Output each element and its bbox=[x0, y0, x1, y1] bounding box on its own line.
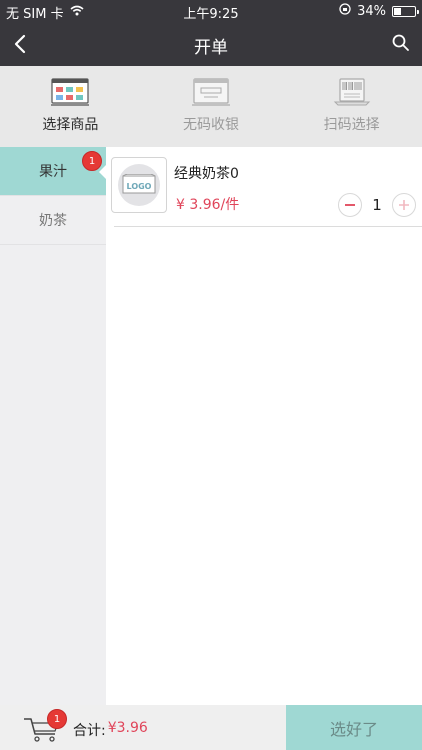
product-grid-icon bbox=[51, 78, 90, 106]
category-label: 果汁 bbox=[39, 164, 67, 180]
increase-quantity-button[interactable] bbox=[392, 193, 416, 217]
status-bar: 无 SIM 卡 上午9:25 34% bbox=[0, 0, 422, 22]
quantity-value: 1 bbox=[372, 196, 382, 214]
barcode-scanner-icon bbox=[333, 78, 370, 106]
category-count-badge: 1 bbox=[82, 151, 102, 171]
search-icon bbox=[392, 34, 409, 51]
mode-tabs: 选择商品 无码收银 扫码选择 bbox=[0, 66, 422, 147]
tab-select-products[interactable]: 选择商品 bbox=[0, 66, 141, 147]
category-item-juice[interactable]: 果汁 1 bbox=[0, 147, 106, 196]
product-list: LOGO 经典奶茶0 ¥ 3.96/件 1 bbox=[106, 147, 422, 705]
cart-count-badge: 1 bbox=[47, 709, 67, 729]
checkout-bar: 1 合计: ¥3.96 选好了 bbox=[0, 705, 422, 750]
product-row[interactable]: LOGO 经典奶茶0 ¥ 3.96/件 1 bbox=[111, 147, 422, 227]
product-name: 经典奶茶0 bbox=[174, 166, 239, 182]
minus-icon bbox=[345, 204, 355, 206]
rotation-lock-icon bbox=[339, 3, 351, 19]
search-button[interactable] bbox=[390, 32, 412, 54]
product-price: ¥ 3.96/件 bbox=[176, 197, 240, 213]
category-sidebar: 果汁 1 奶茶 bbox=[0, 147, 106, 705]
category-label: 奶茶 bbox=[39, 213, 67, 229]
battery-percent: 34% bbox=[357, 3, 386, 19]
svg-text:LOGO: LOGO bbox=[127, 182, 152, 191]
tab-label: 选择商品 bbox=[42, 117, 99, 133]
cash-register-icon bbox=[192, 78, 230, 106]
tab-scan-select[interactable]: 扫码选择 bbox=[281, 66, 422, 147]
decrease-quantity-button[interactable] bbox=[338, 193, 362, 217]
page-title: 开单 bbox=[194, 38, 228, 58]
navigation-bar: 开单 bbox=[0, 22, 422, 66]
battery-icon bbox=[392, 5, 419, 17]
quantity-stepper: 1 bbox=[338, 193, 416, 217]
logo-placeholder-icon: LOGO bbox=[122, 174, 156, 194]
tab-cashier-no-code[interactable]: 无码收银 bbox=[141, 66, 282, 147]
total-label: 合计: bbox=[73, 723, 106, 739]
total-amount: ¥3.96 bbox=[107, 720, 148, 736]
tab-label: 扫码选择 bbox=[323, 117, 380, 133]
confirm-selection-button[interactable]: 选好了 bbox=[286, 705, 422, 750]
product-image: LOGO bbox=[111, 157, 167, 213]
plus-icon bbox=[399, 200, 409, 210]
order-total: 合计: ¥3.96 bbox=[73, 720, 148, 740]
category-item-milk-tea[interactable]: 奶茶 bbox=[0, 196, 106, 245]
tab-label: 无码收银 bbox=[183, 117, 239, 133]
top-bar: 无 SIM 卡 上午9:25 34% 开单 bbox=[0, 0, 422, 66]
